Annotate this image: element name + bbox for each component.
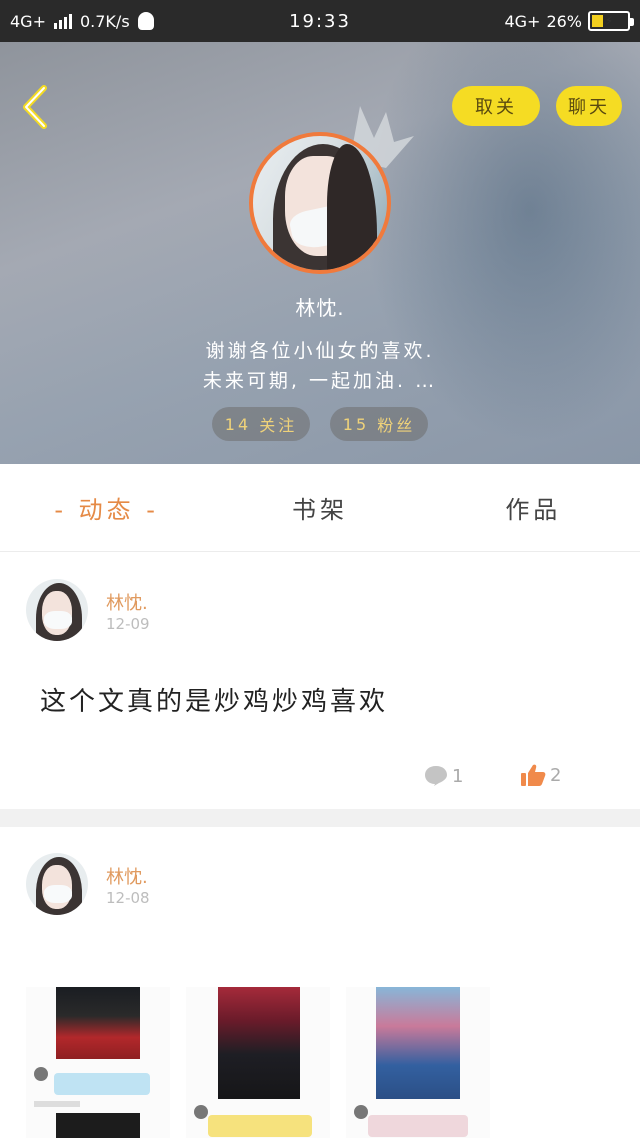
profile-nickname: 林忱.: [295, 296, 345, 320]
comment-icon: [425, 766, 447, 786]
followers-count-button[interactable]: 15 粉丝: [330, 407, 428, 441]
unfollow-button[interactable]: 取关: [452, 86, 540, 126]
back-button[interactable]: [18, 84, 58, 130]
bio-line-2: 未来可期, 一起加油. …: [202, 370, 438, 392]
status-bar: 4G+ 0.7K/s 19:33 4G+ 26% ⚡: [0, 0, 640, 42]
post-image[interactable]: [346, 987, 490, 1138]
status-time: 19:33: [289, 10, 351, 32]
like-count: 2: [550, 764, 562, 786]
like-button[interactable]: 2: [520, 763, 561, 787]
post-author-name[interactable]: 林忱.: [106, 589, 148, 615]
tab-bookshelf[interactable]: 书架: [213, 490, 426, 525]
post-text: 这个文真的是炒鸡炒鸡喜欢: [40, 687, 389, 717]
post-date: 12-09: [106, 615, 150, 633]
bio-line-1: 谢谢各位小仙女的喜欢.: [205, 340, 435, 362]
post-date: 12-08: [106, 889, 150, 907]
comment-button[interactable]: 1: [424, 765, 463, 787]
post-author-name[interactable]: 林忱.: [106, 863, 148, 889]
profile-header: 取关 聊天 林忱. 谢谢各位小仙女的喜欢. 未来可期, 一起加油. … 14 关…: [0, 42, 640, 464]
post-image[interactable]: [186, 987, 330, 1138]
comment-count: 1: [452, 765, 464, 787]
post-author-avatar[interactable]: [26, 579, 88, 641]
feed-post[interactable]: 林忱. 12-08: [0, 827, 640, 1138]
following-label: 关注: [259, 416, 298, 435]
following-count: 14: [224, 414, 252, 434]
back-icon: [23, 85, 47, 129]
feed-post[interactable]: 林忱. 12-09 这个文真的是炒鸡炒鸡喜欢 1 2: [0, 553, 640, 809]
followers-label: 粉丝: [377, 416, 416, 435]
profile-tabs: - 动态 - 书架 作品: [0, 464, 640, 552]
post-author-avatar[interactable]: [26, 853, 88, 915]
followers-count: 15: [342, 414, 370, 434]
post-divider: [0, 809, 640, 827]
post-image[interactable]: [26, 987, 170, 1138]
following-count-button[interactable]: 14 关注: [212, 407, 310, 441]
tab-activity[interactable]: - 动态 -: [0, 490, 213, 525]
profile-bio: 谢谢各位小仙女的喜欢. 未来可期, 一起加油. …: [0, 336, 640, 396]
thumbs-up-icon: [521, 764, 546, 786]
tab-works[interactable]: 作品: [427, 490, 640, 525]
profile-avatar[interactable]: [249, 132, 391, 274]
battery-icon: ⚡: [588, 11, 634, 31]
chat-button[interactable]: 聊天: [556, 86, 622, 126]
